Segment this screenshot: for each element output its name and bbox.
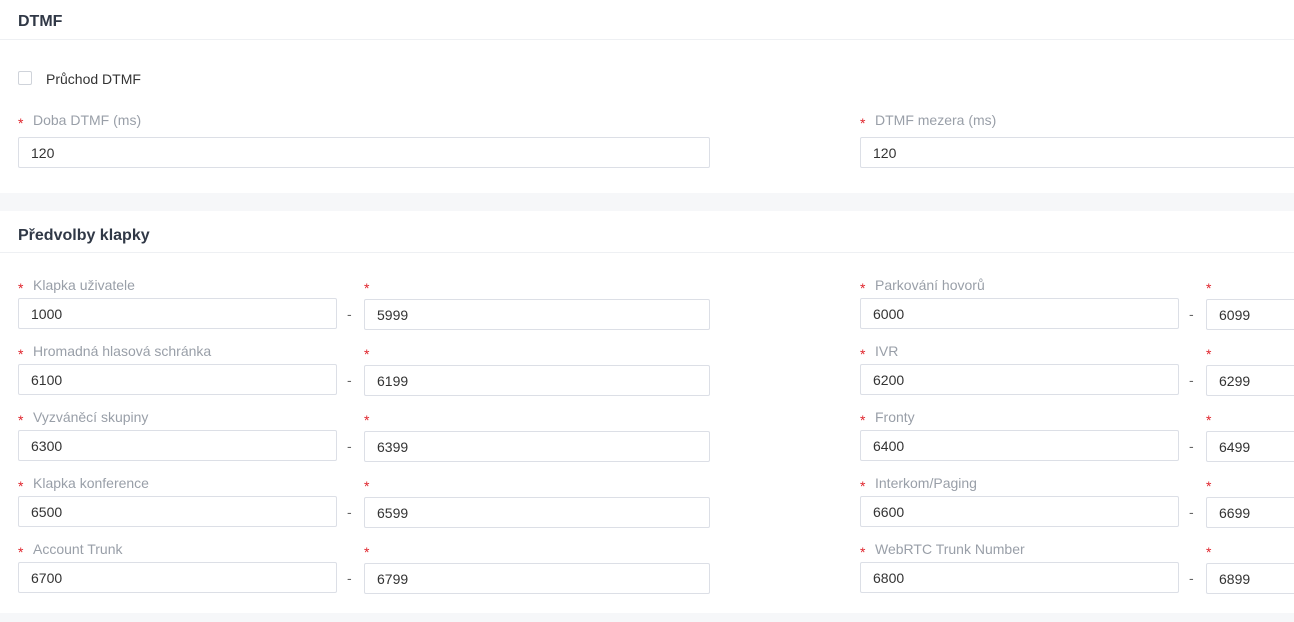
required-asterisk: *: [18, 544, 24, 560]
extension-prefixes-title: Předvolby klapky: [18, 227, 150, 244]
ext-range-label-right-2: Fronty: [875, 409, 915, 425]
required-asterisk: *: [860, 280, 866, 296]
dtmf-section: DTMF Průchod DTMF * Doba DTMF (ms) * DTM…: [0, 0, 1294, 193]
ext-range-from-input-left-2[interactable]: [18, 430, 337, 461]
ext-range-label-right-1: IVR: [875, 343, 899, 359]
range-separator: -: [347, 570, 352, 586]
required-asterisk: *: [860, 478, 866, 494]
required-asterisk: *: [860, 412, 866, 428]
required-asterisk: *: [18, 478, 24, 494]
required-asterisk: *: [18, 115, 24, 131]
range-separator: -: [1189, 504, 1194, 520]
ext-range-to-input-left-2[interactable]: [364, 431, 710, 462]
required-asterisk: *: [1206, 412, 1212, 428]
ext-range-to-input-left-4[interactable]: [364, 563, 710, 594]
required-asterisk: *: [1206, 346, 1212, 362]
ext-range-to-input-right-1[interactable]: [1206, 365, 1294, 396]
required-asterisk: *: [364, 412, 370, 428]
ext-range-to-input-left-3[interactable]: [364, 497, 710, 528]
required-asterisk: *: [364, 346, 370, 362]
ext-range-from-input-left-0[interactable]: [18, 298, 337, 329]
ext-range-from-input-right-2[interactable]: [860, 430, 1179, 461]
ext-range-label-left-3: Klapka konference: [33, 475, 149, 491]
ext-range-label-left-2: Vyzváněcí skupiny: [33, 409, 149, 425]
required-asterisk: *: [18, 280, 24, 296]
ext-range-label-right-4: WebRTC Trunk Number: [875, 541, 1025, 557]
ext-range-to-input-left-1[interactable]: [364, 365, 710, 396]
ext-range-to-input-right-0[interactable]: [1206, 299, 1294, 330]
required-asterisk: *: [860, 115, 866, 131]
ext-range-to-input-right-4[interactable]: [1206, 563, 1294, 594]
dtmf-passthrough-checkbox[interactable]: [18, 71, 32, 85]
ext-range-label-right-3: Interkom/Paging: [875, 475, 977, 491]
ext-range-from-input-left-3[interactable]: [18, 496, 337, 527]
required-asterisk: *: [364, 280, 370, 296]
dtmf-gap-input[interactable]: [860, 137, 1294, 168]
required-asterisk: *: [1206, 544, 1212, 560]
range-separator: -: [1189, 306, 1194, 322]
required-asterisk: *: [18, 346, 24, 362]
ext-range-to-input-right-2[interactable]: [1206, 431, 1294, 462]
range-separator: -: [1189, 372, 1194, 388]
dtmf-section-title: DTMF: [18, 13, 63, 30]
range-separator: -: [1189, 438, 1194, 454]
ext-range-to-input-right-3[interactable]: [1206, 497, 1294, 528]
required-asterisk: *: [1206, 280, 1212, 296]
required-asterisk: *: [860, 346, 866, 362]
required-asterisk: *: [18, 412, 24, 428]
range-separator: -: [347, 438, 352, 454]
range-separator: -: [1189, 570, 1194, 586]
required-asterisk: *: [364, 478, 370, 494]
ext-range-from-input-right-4[interactable]: [860, 562, 1179, 593]
ext-range-from-input-right-3[interactable]: [860, 496, 1179, 527]
ext-range-from-input-left-1[interactable]: [18, 364, 337, 395]
ext-range-label-right-0: Parkování hovorů: [875, 277, 985, 293]
extension-prefixes-section: Předvolby klapky *Klapka uživatele-**Par…: [0, 211, 1294, 613]
ext-range-to-input-left-0[interactable]: [364, 299, 710, 330]
required-asterisk: *: [860, 544, 866, 560]
required-asterisk: *: [364, 544, 370, 560]
ext-range-from-input-right-1[interactable]: [860, 364, 1179, 395]
range-separator: -: [347, 306, 352, 322]
dtmf-passthrough-label[interactable]: Průchod DTMF: [46, 71, 141, 87]
dtmf-duration-input[interactable]: [18, 137, 710, 168]
ext-range-label-left-4: Account Trunk: [33, 541, 123, 557]
range-separator: -: [347, 372, 352, 388]
dtmf-duration-label: Doba DTMF (ms): [33, 112, 142, 128]
ext-range-label-left-1: Hromadná hlasová schránka: [33, 343, 212, 359]
dtmf-gap-label: DTMF mezera (ms): [875, 112, 997, 128]
ext-range-from-input-left-4[interactable]: [18, 562, 337, 593]
ext-range-from-input-right-0[interactable]: [860, 298, 1179, 329]
range-separator: -: [347, 504, 352, 520]
ext-range-label-left-0: Klapka uživatele: [33, 277, 135, 293]
required-asterisk: *: [1206, 478, 1212, 494]
dtmf-section-header: DTMF: [0, 0, 1294, 40]
extension-prefixes-header: Předvolby klapky: [0, 211, 1294, 253]
